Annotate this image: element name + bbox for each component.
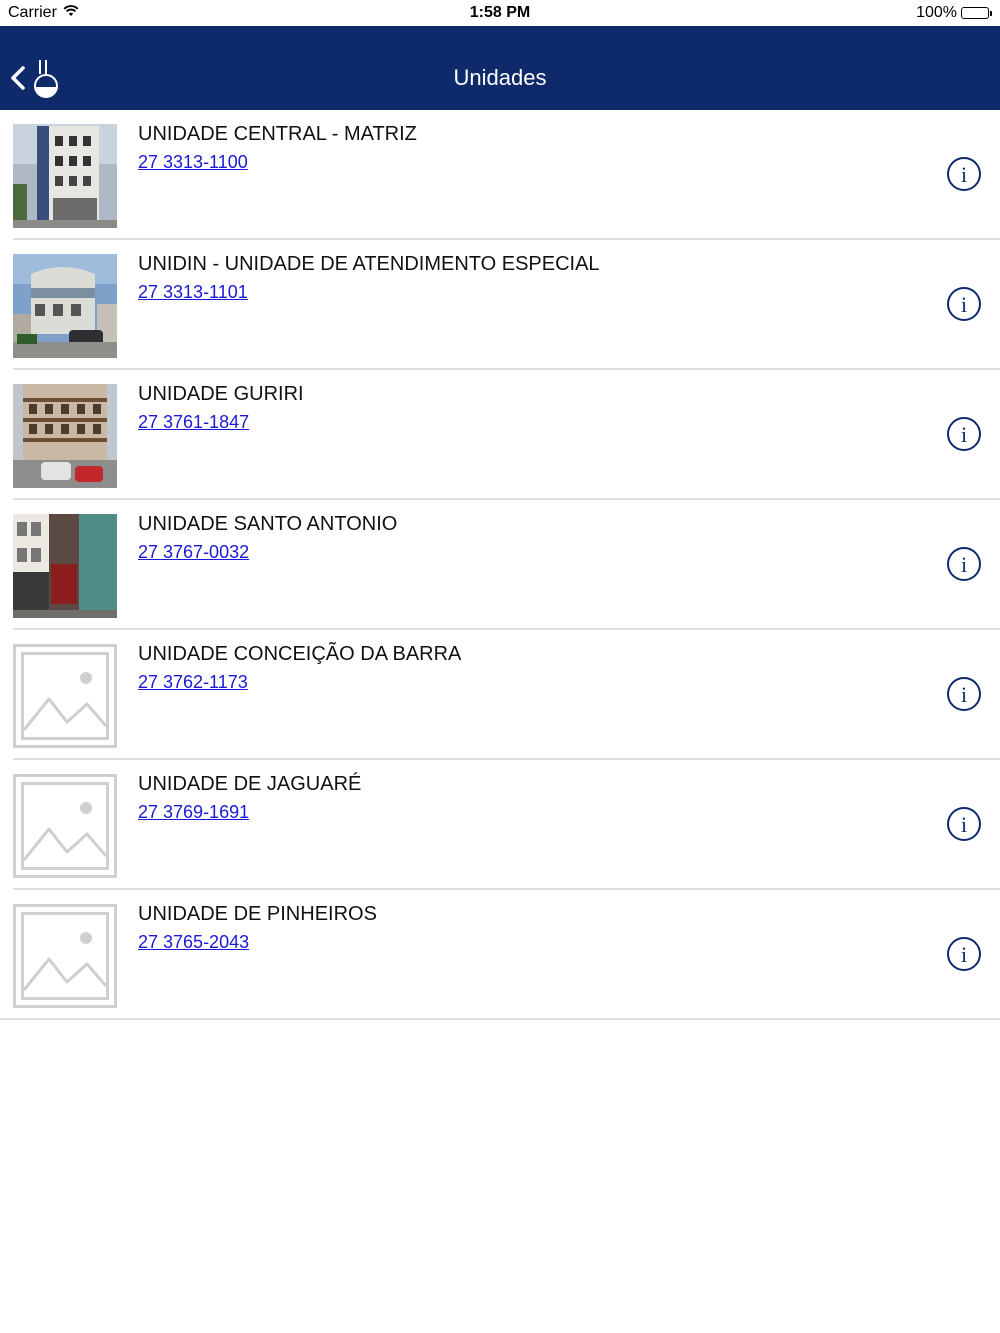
- unit-name: UNIDADE CENTRAL - MATRIZ: [138, 123, 417, 145]
- info-button[interactable]: i: [946, 546, 982, 582]
- svg-text:i: i: [961, 942, 967, 967]
- info-button[interactable]: i: [946, 286, 982, 322]
- unit-phone-link[interactable]: 27 3313-1101: [138, 282, 248, 303]
- info-icon: i: [947, 157, 981, 191]
- unit-phone-link[interactable]: 27 3761-1847: [138, 412, 249, 433]
- image-placeholder-icon: [13, 904, 117, 1008]
- info-button[interactable]: i: [946, 156, 982, 192]
- svg-text:i: i: [961, 552, 967, 577]
- list-item[interactable]: UNIDADE DE JAGUARÉ 27 3769-1691 i: [0, 760, 1000, 890]
- svg-text:i: i: [961, 682, 967, 707]
- list-item[interactable]: UNIDADE DE PINHEIROS 27 3765-2043 i: [0, 890, 1000, 1020]
- info-button[interactable]: i: [946, 676, 982, 712]
- info-icon: i: [947, 807, 981, 841]
- svg-text:i: i: [961, 292, 967, 317]
- info-button[interactable]: i: [946, 936, 982, 972]
- svg-text:i: i: [961, 812, 967, 837]
- info-icon: i: [947, 937, 981, 971]
- units-list: UNIDADE CENTRAL - MATRIZ 27 3313-1100 i: [0, 110, 1000, 1020]
- list-item[interactable]: UNIDIN - UNIDADE DE ATENDIMENTO ESPECIAL…: [0, 240, 1000, 370]
- unit-name: UNIDADE CONCEIÇÃO DA BARRA: [138, 643, 462, 665]
- unit-name: UNIDADE GURIRI: [138, 383, 304, 405]
- info-icon: i: [947, 417, 981, 451]
- unit-phone-link[interactable]: 27 3767-0032: [138, 542, 249, 563]
- unit-name: UNIDADE DE JAGUARÉ: [138, 773, 362, 795]
- unit-photo: [13, 124, 117, 228]
- battery-icon: [961, 7, 992, 19]
- image-placeholder-icon: [13, 644, 117, 748]
- unit-phone-link[interactable]: 27 3769-1691: [138, 802, 249, 823]
- info-icon: i: [947, 547, 981, 581]
- info-button[interactable]: i: [946, 416, 982, 452]
- list-item[interactable]: UNIDADE CENTRAL - MATRIZ 27 3313-1100 i: [0, 110, 1000, 240]
- info-button[interactable]: i: [946, 806, 982, 842]
- info-icon: i: [947, 287, 981, 321]
- list-item[interactable]: UNIDADE SANTO ANTONIO 27 3767-0032 i: [0, 500, 1000, 630]
- unit-photo: [13, 514, 117, 618]
- unit-name: UNIDIN - UNIDADE DE ATENDIMENTO ESPECIAL: [138, 253, 600, 275]
- image-placeholder-icon: [13, 774, 117, 878]
- status-right: 100%: [916, 4, 992, 22]
- unit-phone-link[interactable]: 27 3762-1173: [138, 672, 248, 693]
- battery-percent: 100%: [916, 4, 957, 21]
- unit-photo: [13, 254, 117, 358]
- unit-photo: [13, 384, 117, 488]
- list-item[interactable]: UNIDADE GURIRI 27 3761-1847 i: [0, 370, 1000, 500]
- unit-name: UNIDADE SANTO ANTONIO: [138, 513, 398, 535]
- unit-name: UNIDADE DE PINHEIROS: [138, 903, 377, 925]
- divider: [0, 1018, 1000, 1020]
- status-time: 1:58 PM: [469, 4, 531, 21]
- svg-text:i: i: [961, 162, 967, 187]
- unit-phone-link[interactable]: 27 3313-1100: [138, 152, 248, 173]
- svg-text:i: i: [961, 422, 967, 447]
- list-item[interactable]: UNIDADE CONCEIÇÃO DA BARRA 27 3762-1173 …: [0, 630, 1000, 760]
- navigation-bar: Unidades: [0, 26, 1000, 110]
- status-bar: Carrier 1:58 PM 100%: [0, 0, 1000, 26]
- page-title: Unidades: [453, 65, 547, 90]
- info-icon: i: [947, 677, 981, 711]
- unit-phone-link[interactable]: 27 3765-2043: [138, 932, 249, 953]
